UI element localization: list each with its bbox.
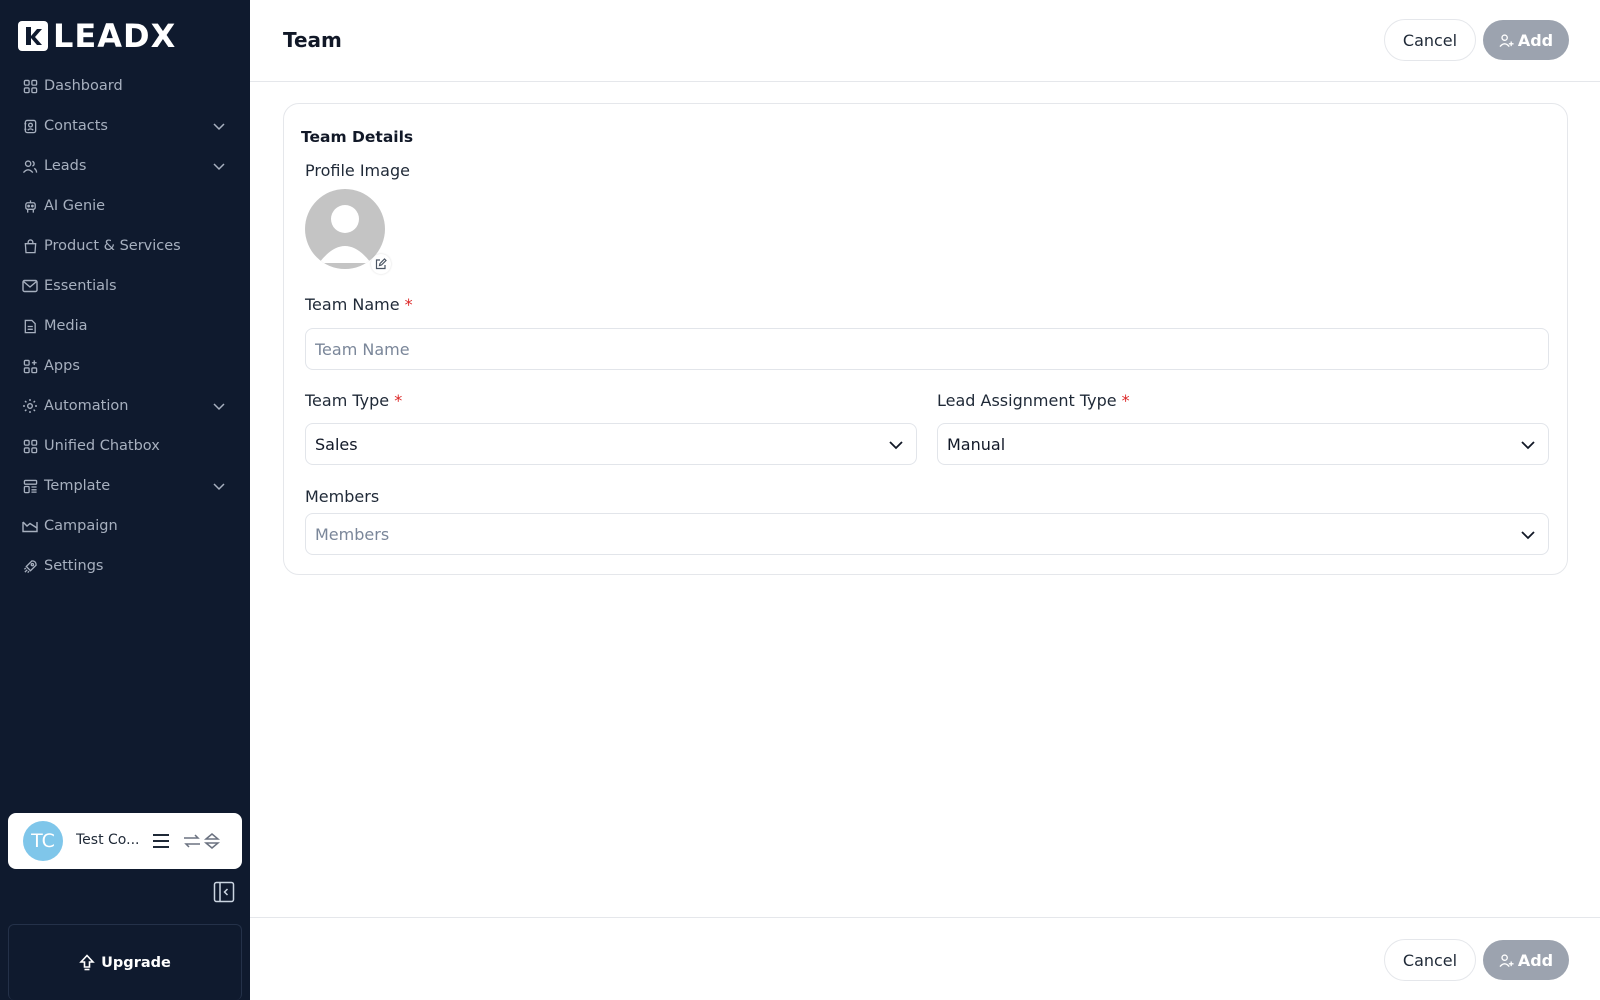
chevron-down-icon [213,123,225,131]
sidebar-item-label: Automation [44,398,129,414]
members-select[interactable]: Members [305,513,1549,555]
sidebar-item-leads[interactable]: Leads [0,146,250,186]
sidebar-item-dashboard[interactable]: Dashboard [0,66,250,106]
sidebar-item-automation[interactable]: Automation [0,386,250,426]
logo-text: LEADX [53,17,177,55]
sidebar-item-campaign[interactable]: Campaign [0,506,250,546]
users-icon [22,158,38,174]
sidebar-item-contacts[interactable]: Contacts [0,106,250,146]
team-details-card: Team Details Profile Image Team Name * T… [283,103,1568,575]
grid-icon [22,78,38,94]
chevron-down-icon [1521,441,1535,450]
shopping-bag-icon [22,238,38,254]
sidebar-item-label: Media [44,318,88,334]
sidebar-item-label: Unified Chatbox [44,438,160,454]
rocket-icon [22,558,38,574]
sidebar-item-label: AI Genie [44,198,106,214]
cancel-button[interactable]: Cancel [1384,19,1476,61]
template-icon [22,478,38,494]
add-label: Add [1517,30,1554,50]
edit-image-button[interactable] [371,254,391,274]
sidebar-item-unified-chatbox[interactable]: Unified Chatbox [0,426,250,466]
section-title: Team Details [301,128,414,146]
add-user-icon [1499,953,1514,967]
footer-cancel-button[interactable]: Cancel [1384,939,1476,981]
sidebar-item-label: Template [44,478,111,494]
profile-name: Test Co... [76,832,140,848]
logo-mark-icon [18,21,48,51]
required-mark: * [1121,391,1130,410]
sidebar-item-label: Apps [44,358,80,374]
sidebar-item-label: Essentials [44,278,117,294]
add-label: Add [1517,950,1554,970]
main-content: Team Cancel Add Team Details Profile Ima… [250,0,1600,1000]
add-user-icon [1499,33,1514,47]
form-footer: Cancel Add [250,917,1600,1000]
sidebar-nav: Dashboard Contacts Leads AI Genie Produc… [0,66,250,586]
sidebar-item-label: Product & Services [44,238,181,254]
sidebar-item-product-services[interactable]: Product & Services [0,226,250,266]
chevron-down-icon [213,403,225,411]
lead-assignment-type-value: Manual [947,434,1006,454]
edit-pencil-icon [375,258,387,270]
page-header: Team Cancel Add [250,0,1600,82]
chevron-up-down-icon[interactable] [203,831,224,851]
gear-automation-icon [22,398,38,414]
profile-switcher[interactable]: TC Test Co... [8,813,242,869]
upgrade-button[interactable]: Upgrade [8,924,242,1000]
members-label: Members [305,487,380,506]
team-name-label: Team Name * [305,295,413,314]
hamburger-menu-icon[interactable] [151,831,171,851]
apps-plus-icon [22,358,38,374]
team-type-select[interactable]: Sales [305,423,917,465]
avatar: TC [23,821,63,861]
sidebar-item-media[interactable]: Media [0,306,250,346]
team-type-value: Sales [315,434,358,454]
sidebar-item-apps[interactable]: Apps [0,346,250,386]
envelope-open-icon [22,518,38,534]
lead-assignment-type-select[interactable]: Manual [937,423,1549,465]
footer-add-button[interactable]: Add [1483,940,1569,980]
contact-book-icon [22,118,38,134]
chevron-down-icon [213,483,225,491]
sidebar-item-label: Dashboard [44,78,123,94]
document-icon [22,318,38,334]
sidebar-item-label: Leads [44,158,87,174]
team-name-input[interactable] [305,328,1549,370]
upgrade-label: Upgrade [101,954,171,971]
chevron-down-icon [1521,531,1535,540]
sidebar-item-label: Settings [44,558,104,574]
required-mark: * [394,391,403,410]
lead-assignment-type-label: Lead Assignment Type * [937,391,1130,410]
switch-arrows-icon[interactable] [182,831,202,851]
add-button[interactable]: Add [1483,20,1569,60]
sidebar-item-settings[interactable]: Settings [0,546,250,586]
sidebar: LEADX Dashboard Contacts Leads AI Genie … [0,0,250,1000]
sidebar-item-label: Campaign [44,518,118,534]
profile-image-label: Profile Image [305,161,410,180]
sidebar-item-label: Contacts [44,118,108,134]
sidebar-item-ai-genie[interactable]: AI Genie [0,186,250,226]
collapse-sidebar-icon[interactable] [213,881,235,903]
grid-icon [22,438,38,454]
app-logo[interactable]: LEADX [18,20,176,52]
chevron-down-icon [889,441,903,450]
required-mark: * [404,295,413,314]
sidebar-item-essentials[interactable]: Essentials [0,266,250,306]
sidebar-item-template[interactable]: Template [0,466,250,506]
upload-arrow-icon [79,954,95,971]
page-title: Team [283,28,342,52]
members-placeholder: Members [315,524,390,544]
chevron-down-icon [213,163,225,171]
mail-icon [22,278,38,294]
robot-icon [22,198,38,214]
team-type-label: Team Type * [305,391,403,410]
